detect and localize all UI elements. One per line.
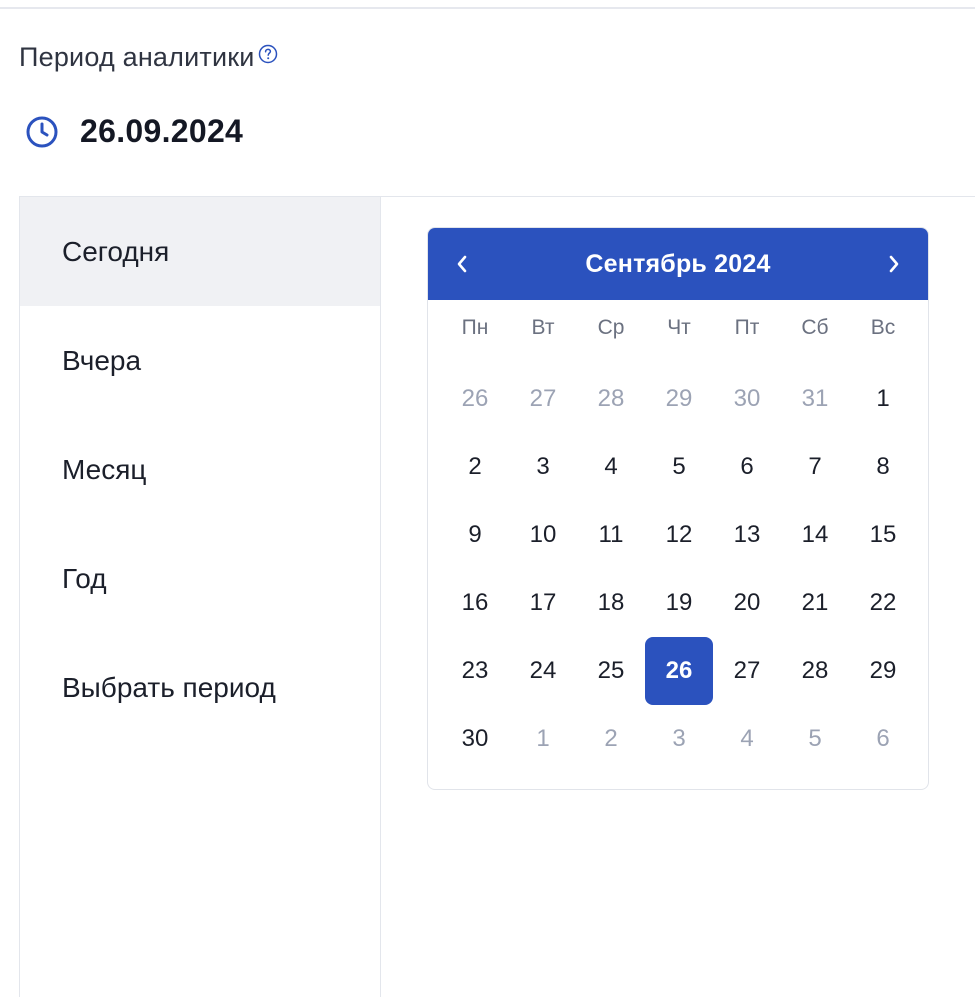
clock-icon (24, 114, 60, 150)
day-cell[interactable]: 18 (577, 569, 645, 637)
day-cell[interactable]: 6 (713, 433, 781, 501)
day-cell[interactable]: 12 (645, 501, 713, 569)
day-cell[interactable]: 2 (577, 705, 645, 773)
day-cell[interactable]: 15 (849, 501, 917, 569)
day-cell[interactable]: 4 (713, 705, 781, 773)
top-divider (0, 7, 975, 9)
period-label-row: Период аналитики (19, 42, 278, 73)
question-circle-icon[interactable] (258, 44, 278, 64)
day-cell[interactable]: 5 (781, 705, 849, 773)
day-cell[interactable]: 30 (713, 365, 781, 433)
day-cell[interactable]: 4 (577, 433, 645, 501)
day-cell[interactable]: 2 (441, 433, 509, 501)
weekday-label: Сб (801, 316, 829, 339)
calendar-header: Сентябрь 2024 (428, 228, 928, 300)
day-cell[interactable]: 22 (849, 569, 917, 637)
chevron-right-icon[interactable] (880, 250, 908, 278)
selected-date-value: 26.09.2024 (80, 113, 244, 149)
day-cell[interactable]: 31 (781, 365, 849, 433)
day-cell[interactable]: 19 (645, 569, 713, 637)
preset-item[interactable]: Вчера (20, 306, 380, 415)
day-cell[interactable]: 10 (509, 501, 577, 569)
day-cell[interactable]: 28 (781, 637, 849, 705)
week-row: 9 10 11 12 13 14 15 (441, 501, 917, 569)
weekday-label: Вс (870, 316, 896, 339)
preset-item[interactable]: Выбрать период (20, 633, 380, 742)
week-row: 16 17 18 19 20 21 22 (441, 569, 917, 637)
day-cell[interactable]: 8 (849, 433, 917, 501)
weekday-label: Пт (734, 316, 760, 339)
weekday-label: Вт (531, 316, 555, 339)
day-cell[interactable]: 3 (509, 433, 577, 501)
day-cell[interactable]: 28 (577, 365, 645, 433)
period-label: Период аналитики (19, 42, 255, 72)
preset-item[interactable]: Месяц (20, 415, 380, 524)
selected-date-field[interactable]: 26.09.2024 (24, 113, 243, 150)
day-cell[interactable]: 3 (645, 705, 713, 773)
day-cell[interactable]: 16 (441, 569, 509, 637)
day-cell[interactable]: 11 (577, 501, 645, 569)
day-cell[interactable]: 9 (441, 501, 509, 569)
calendar: Сентябрь 2024 Пн Вт Ср Чт Пт Сб Вс 26 27 28 29 30 3… (427, 227, 929, 790)
day-cell[interactable]: 13 (713, 501, 781, 569)
day-cell[interactable]: 1 (849, 365, 917, 433)
week-row: 2345678 (441, 433, 917, 501)
day-cell[interactable]: 27 (713, 637, 781, 705)
weekday-row: Пн Вт Ср Чт Пт Сб Вс (441, 316, 917, 340)
week-row: 30 1 2 3 4 5 6 (441, 705, 917, 773)
preset-item[interactable]: Сегодня (20, 197, 380, 306)
day-cell[interactable]: 29 (645, 365, 713, 433)
week-row: 26 27 28 29 30 31 1 (441, 365, 917, 433)
day-cell[interactable]: 27 (509, 365, 577, 433)
weekday-label: Чт (667, 316, 691, 339)
day-cell[interactable]: 1 (509, 705, 577, 773)
day-cell[interactable]: 30 (441, 705, 509, 773)
day-cell[interactable]: 26 (441, 365, 509, 433)
day-cell[interactable]: 24 (509, 637, 577, 705)
day-cell[interactable]: 21 (781, 569, 849, 637)
day-cell-selected[interactable]: 26 (645, 637, 713, 705)
day-cell[interactable]: 14 (781, 501, 849, 569)
weekday-label: Пн (461, 316, 489, 339)
day-cell[interactable]: 6 (849, 705, 917, 773)
day-cell[interactable]: 29 (849, 637, 917, 705)
day-cell[interactable]: 25 (577, 637, 645, 705)
chevron-left-icon[interactable] (448, 250, 476, 278)
weekday-label: Ср (597, 316, 625, 339)
day-cell[interactable]: 23 (441, 637, 509, 705)
day-cell[interactable]: 5 (645, 433, 713, 501)
week-row: 23 24 25 26 27 28 29 (441, 637, 917, 705)
day-grid: 26 27 28 29 30 31 1 2 3 4 5 6 7 8 9 10 11 12 13 14 15 16 17 18 1… (441, 365, 917, 773)
day-cell[interactable]: 17 (509, 569, 577, 637)
calendar-month-title: Сентябрь 2024 (585, 249, 771, 278)
date-picker-panel: Сегодня Вчера Месяц Год Выбрать период Сентя… (19, 196, 975, 997)
preset-item[interactable]: Год (20, 524, 380, 633)
day-cell[interactable]: 20 (713, 569, 781, 637)
preset-list: Сегодня Вчера Месяц Год Выбрать период (20, 197, 381, 997)
day-cell[interactable]: 7 (781, 433, 849, 501)
